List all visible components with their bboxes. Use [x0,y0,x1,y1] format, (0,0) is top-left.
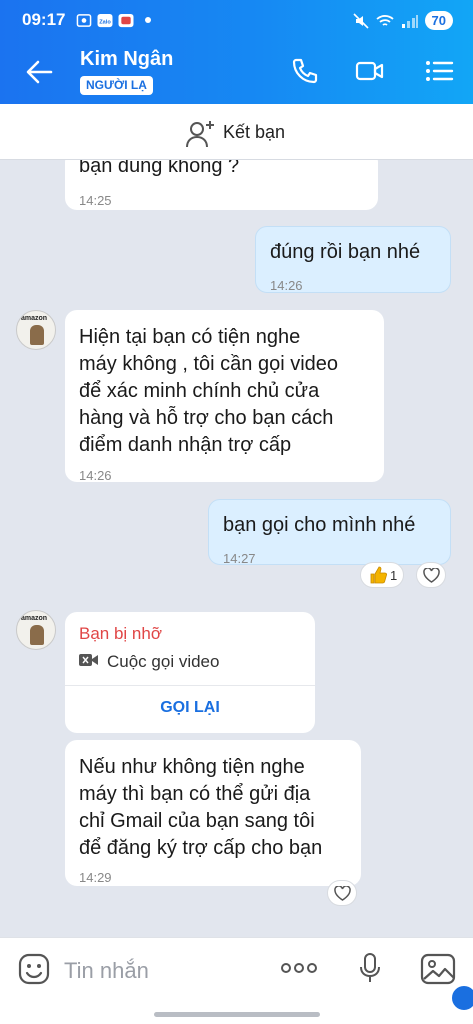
contact-avatar[interactable]: amazon [16,610,56,650]
message-bubble-incoming[interactable]: Nếu như không tiện nghe máy thì bạn có t… [65,740,361,886]
reaction-badge[interactable]: 1 [360,562,404,588]
message-text: điểm danh nhận trợ cấp [79,434,292,456]
add-friend-label: Kết bạn [223,122,286,142]
wifi-icon [375,14,394,26]
screenshot-icon [76,14,92,27]
message-composer: Tin nhắn [0,937,473,1024]
floating-action-button[interactable] [449,983,473,1013]
thumbs-up-icon [370,566,387,584]
app-notification-icon [118,13,134,28]
video-camera-icon [79,654,98,666]
message-input[interactable]: Tin nhắn [64,958,149,984]
status-bar: 09:17 Zalo 70 [0,0,473,40]
message-bubble-outgoing[interactable]: đúng rồi bạn nhé 14:26 [255,226,451,293]
image-gallery-icon[interactable] [420,952,456,986]
call-type-label: Cuộc gọi video [107,652,220,671]
message-bubble-incoming[interactable]: Hiện tại bạn có tiện nghe máy không , tô… [65,310,384,483]
message-time: 14:27 [223,551,256,566]
divider [65,685,315,686]
stranger-badge: NGƯỜI LẠ [80,76,153,95]
call-back-button[interactable]: GỌI LẠI [65,699,315,717]
missed-call-title: Bạn bị nhỡ [79,624,162,643]
header: 09:17 Zalo 70 Kim Ngân NGƯỜI LẠ [0,0,473,104]
signal-icon [401,14,418,28]
status-time: 09:17 [22,10,66,29]
message-text: đúng rồi bạn nhé [270,241,421,263]
message-text: máy không , tôi cần gọi video [79,353,339,375]
microphone-icon[interactable] [358,952,382,986]
react-button[interactable] [416,562,446,588]
message-text: để xác minh chính chủ cửa [79,380,320,402]
add-friend-icon [186,121,214,148]
video-call-icon[interactable] [355,56,385,86]
missed-call-card: Bạn bị nhỡ Cuộc gọi video GỌI LẠI [65,612,315,733]
heart-outline-icon [334,886,351,901]
avatar-brand-text: amazon [21,315,48,322]
message-text: chỉ Gmail của bạn sang tôi [79,810,315,832]
message-time: 14:26 [270,278,303,293]
message-text: để đăng ký trợ cấp cho bạn [79,837,323,859]
emoji-sticker-icon[interactable] [17,952,51,986]
zalo-notification-icon: Zalo [97,13,113,28]
menu-list-icon[interactable] [424,56,454,86]
avatar-figure [30,325,44,345]
message-text: hàng và hỗ trợ cho bạn cách [79,407,334,429]
contact-name[interactable]: Kim Ngân [80,48,173,71]
message-text: bạn gọi cho mình nhé [223,514,416,536]
svg-text:Zalo: Zalo [99,19,111,25]
avatar-brand-text: amazon [21,615,48,622]
message-time: 14:29 [79,870,112,885]
heart-outline-icon [423,568,440,583]
contact-avatar[interactable]: amazon [16,310,56,350]
notification-dot [145,17,151,23]
status-right: 70 [352,11,453,30]
message-text: máy thì bạn có thể gửi địa [79,783,311,805]
reaction-count: 1 [390,568,398,583]
message-time: 14:26 [79,468,112,483]
message-bubble-outgoing[interactable]: bạn gọi cho mình nhé 14:27 [208,499,451,566]
mute-icon [352,12,369,29]
back-arrow-icon[interactable] [24,57,54,87]
message-text: Hiện tại bạn có tiện nghe [79,326,301,348]
avatar-figure [30,625,44,645]
phone-call-icon[interactable] [290,56,320,86]
message-time: 14:25 [79,193,112,208]
more-options-icon[interactable] [280,960,318,976]
gesture-bar [154,1012,320,1017]
add-friend-bar-overlay: Kết bạn [0,104,473,160]
battery-indicator: 70 [424,11,453,30]
react-button[interactable] [327,880,357,906]
message-text: Nếu như không tiện nghe [79,756,305,778]
